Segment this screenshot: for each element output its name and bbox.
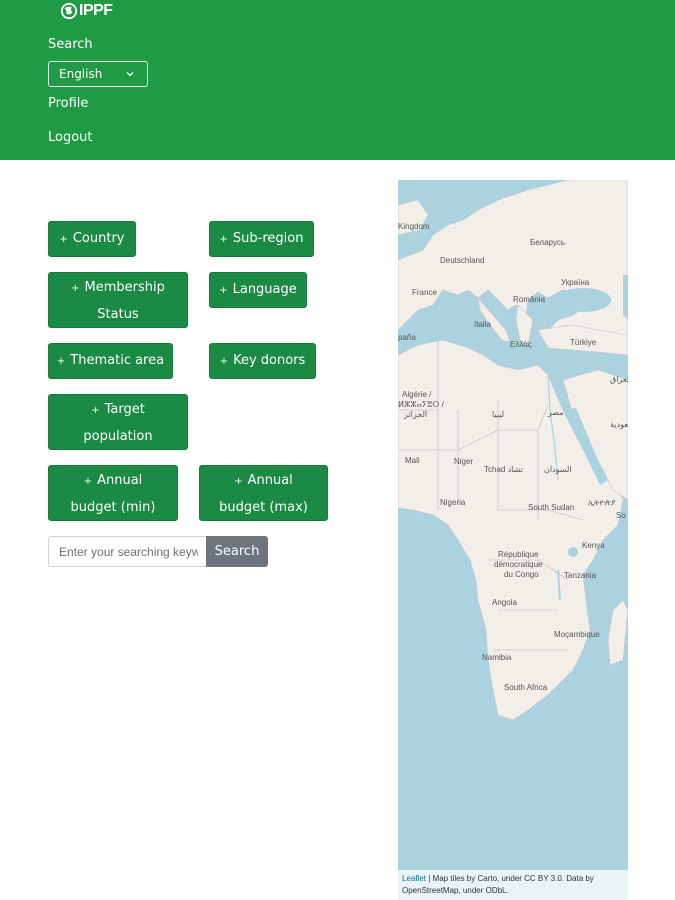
filter-annual-budget-min-button[interactable]: + Annual budget (min)	[48, 465, 178, 521]
map-label: السعودية	[610, 420, 628, 429]
filter-label: Target	[104, 402, 145, 417]
map-label: Türkiye	[570, 338, 597, 347]
filter-label: Annual	[97, 473, 143, 488]
filter-label-line2: Status	[97, 307, 139, 322]
map-label: ⵍⵣⵣⴰⵢⴻⵔ /	[398, 400, 444, 409]
filter-thematic-area-button[interactable]: + Thematic area	[48, 343, 173, 379]
language-selected-value: English	[59, 67, 103, 81]
filter-label: Country	[72, 231, 125, 246]
map-label: Україна	[561, 278, 590, 287]
filter-label: Membership	[84, 280, 165, 295]
map-label: Deutschland	[440, 256, 485, 265]
nav-profile-link[interactable]: Profile	[48, 96, 88, 111]
map-label: Kenya	[582, 541, 605, 550]
filter-label: Annual	[247, 473, 293, 488]
plus-icon: +	[91, 405, 100, 416]
language-select[interactable]: English	[48, 61, 148, 87]
nav-logout-link[interactable]: Logout	[48, 130, 93, 145]
map-label: مصر	[548, 408, 564, 417]
map-label: Tchad تشاد	[484, 465, 523, 474]
filter-target-population-button[interactable]: + Target population	[48, 394, 188, 450]
map-label: Algérie /	[402, 390, 432, 399]
attribution-text: | Map tiles by Carto, under CC BY 3.0. D…	[426, 874, 594, 883]
plus-icon: +	[219, 234, 228, 245]
map-label: Mali	[405, 456, 420, 465]
filter-label-line2: population	[83, 429, 153, 444]
filter-label-line2: budget (max)	[219, 500, 308, 515]
plus-icon: +	[59, 234, 68, 245]
map-label: paña	[398, 333, 416, 342]
search-input[interactable]	[48, 536, 208, 567]
filter-label: Key donors	[233, 353, 306, 368]
map-label: Беларусь	[530, 238, 565, 247]
logo-text: IPPF	[79, 2, 113, 19]
map-label: السودان	[544, 465, 572, 474]
map-label: România	[513, 295, 546, 304]
map-label: Nigeria	[440, 498, 466, 507]
nav-search-link[interactable]: Search	[48, 37, 93, 52]
map-label: العراق	[610, 375, 628, 384]
chevron-down-icon	[126, 72, 134, 77]
map-label: République	[498, 550, 539, 559]
map-label: Niger	[454, 457, 474, 466]
filter-label: Thematic area	[70, 353, 165, 368]
map-label: Kingdom	[398, 222, 430, 231]
filter-key-donors-button[interactable]: + Key donors	[209, 343, 316, 379]
plus-icon: +	[71, 283, 80, 294]
filter-language-button[interactable]: + Language	[209, 272, 307, 308]
map-label: South Sudan	[528, 503, 575, 512]
plus-icon: +	[219, 285, 228, 296]
map-attribution: Leaflet | Map tiles by Carto, under CC B…	[398, 870, 628, 900]
plus-icon: +	[83, 476, 93, 487]
map-label: ኢትዮጵያ	[588, 498, 616, 507]
map-label: Moçambique	[554, 630, 600, 639]
map-label: du Congo	[504, 570, 539, 579]
filter-sub-region-button[interactable]: + Sub-region	[209, 221, 314, 257]
attribution-text-line2: OpenStreetMap, under ODbL.	[402, 886, 509, 895]
map-label: Namibia	[482, 653, 512, 662]
map-label: Tanzania	[564, 571, 597, 580]
leaflet-map[interactable]: Kingdom Беларусь Deutschland Україна Fra…	[398, 180, 628, 900]
filter-label-line2: budget (min)	[70, 500, 156, 515]
filter-membership-status-button[interactable]: + Membership Status	[48, 272, 188, 328]
top-navbar: IPPF Search English Profile Logout	[0, 0, 675, 160]
search-button[interactable]: Search	[206, 536, 268, 567]
map-label: démocratique	[494, 560, 543, 569]
map-label: South Africa	[504, 683, 548, 692]
filter-annual-budget-max-button[interactable]: + Annual budget (max)	[199, 465, 328, 521]
map-label: الجزائر	[404, 410, 428, 419]
globe-icon	[60, 2, 78, 20]
plus-icon: +	[56, 356, 66, 367]
filter-country-button[interactable]: + Country	[48, 221, 136, 257]
filter-label: Sub-region	[232, 231, 304, 246]
ippf-logo[interactable]: IPPF	[60, 2, 113, 20]
map-label: France	[412, 288, 437, 297]
leaflet-link[interactable]: Leaflet	[402, 874, 426, 883]
map-label: Italia	[474, 320, 491, 329]
plus-icon: +	[234, 476, 243, 487]
map-label: So	[616, 511, 626, 520]
map-label: Ελλάς	[510, 340, 532, 349]
filter-label: Language	[232, 282, 297, 297]
map-label: Angola	[492, 598, 517, 607]
map-label: ليبيا	[492, 410, 505, 419]
plus-icon: +	[219, 356, 229, 367]
